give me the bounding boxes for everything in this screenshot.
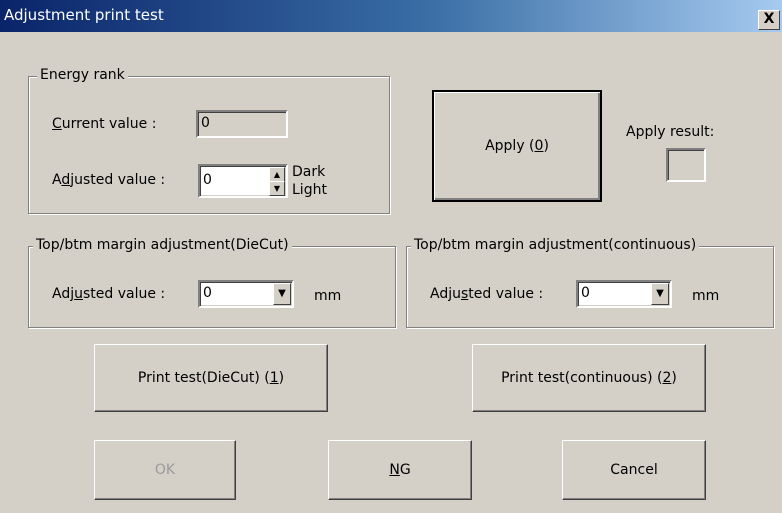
print-test-continuous-button[interactable]: Print test(continuous) (2) [472,344,706,412]
title-bar: Adjustment print test X [0,0,782,32]
dark-label: Dark [292,164,326,180]
diecut-value-dropdown[interactable]: 0 ▼ [198,280,294,308]
diecut-unit: mm [314,288,342,304]
ok-button[interactable]: OK [94,440,236,500]
cancel-button[interactable]: Cancel [562,440,706,500]
chevron-down-icon[interactable]: ▼ [273,283,291,305]
apply-result-indicator [666,148,706,182]
current-value-label: Current value : [52,116,157,132]
continuous-margin-legend: Top/btm margin adjustment(continuous) [411,237,700,253]
apply-result-label: Apply result: [626,124,715,140]
chevron-down-icon[interactable]: ▼ [651,283,669,305]
diecut-adjusted-label: Adjusted value : [52,286,166,302]
spin-up-button[interactable]: ▲ [269,167,285,182]
diecut-value: 0 [203,285,212,301]
energy-rank-legend: Energy rank [37,67,128,83]
continuous-unit: mm [692,288,720,304]
diecut-margin-legend: Top/btm margin adjustment(DieCut) [33,237,292,253]
window-title: Adjustment print test [4,6,164,24]
current-value-field: 0 [196,110,288,138]
continuous-adjusted-label: Adjusted value : [430,286,544,302]
adjusted-value-spinner[interactable]: 0 ▲ ▼ [198,164,288,198]
adjusted-value: 0 [203,172,212,188]
close-button[interactable]: X [758,10,780,30]
continuous-value: 0 [581,285,590,301]
close-icon: X [763,11,775,27]
continuous-value-dropdown[interactable]: 0 ▼ [576,280,672,308]
ng-button[interactable]: NG [328,440,472,500]
current-value: 0 [201,115,210,131]
light-label: Light [292,182,327,198]
spin-down-button[interactable]: ▼ [269,181,285,196]
print-test-diecut-button[interactable]: Print test(DieCut) (1) [94,344,328,412]
apply-button[interactable]: Apply (0) [432,90,602,202]
adjusted-value-label: Adjusted value : [52,172,166,188]
